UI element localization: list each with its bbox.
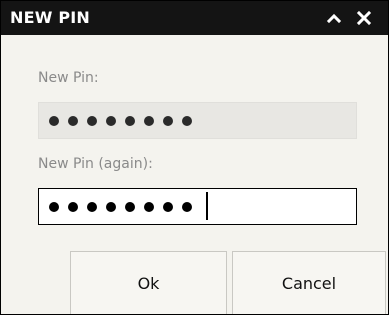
ok-button[interactable]: Ok xyxy=(70,251,227,314)
new-pin-label: New Pin: xyxy=(38,70,99,86)
pin-dot xyxy=(68,202,78,212)
pin-dot xyxy=(87,202,97,212)
pin-dot xyxy=(163,116,173,126)
pin-dot xyxy=(106,202,116,212)
pin-dot xyxy=(182,202,192,212)
pin-dot xyxy=(144,202,154,212)
new-pin-masked-value xyxy=(49,111,192,131)
cancel-button[interactable]: Cancel xyxy=(232,251,386,314)
pin-dot xyxy=(49,202,59,212)
pin-dot xyxy=(87,116,97,126)
pin-dot xyxy=(49,116,59,126)
collapse-button[interactable] xyxy=(323,7,345,29)
dialog-title: NEW PIN xyxy=(10,8,91,27)
pin-dot xyxy=(125,202,135,212)
close-button[interactable] xyxy=(353,7,375,29)
chevron-up-icon xyxy=(326,13,342,24)
pin-dot xyxy=(106,116,116,126)
pin-dot xyxy=(144,116,154,126)
confirm-pin-masked-value xyxy=(49,197,192,217)
title-bar: NEW PIN xyxy=(1,1,388,35)
confirm-pin-field[interactable] xyxy=(38,188,357,225)
new-pin-field[interactable] xyxy=(38,102,357,139)
confirm-pin-label: New Pin (again): xyxy=(38,156,153,172)
pin-dot xyxy=(125,116,135,126)
pin-dot xyxy=(163,202,173,212)
pin-dot xyxy=(182,116,192,126)
text-caret xyxy=(206,192,208,220)
pin-dot xyxy=(68,116,78,126)
close-icon xyxy=(356,10,372,26)
new-pin-dialog: NEW PIN New Pin: New Pin (again): Ok Can… xyxy=(0,0,389,315)
